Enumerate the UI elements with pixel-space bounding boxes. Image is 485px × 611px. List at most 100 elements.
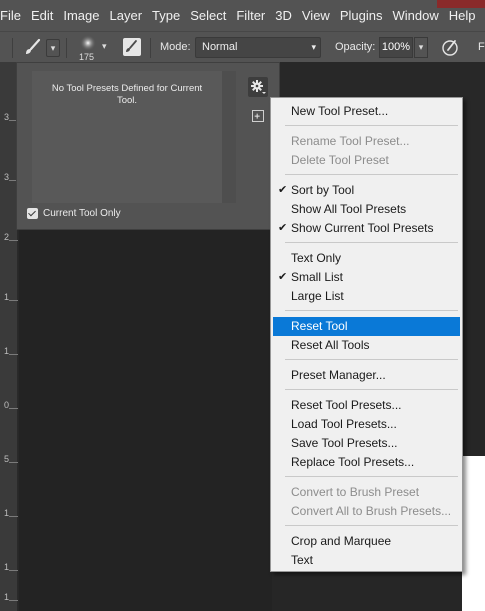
menu-item-label: Reset All Tools <box>291 338 370 352</box>
menu-item-label: Rename Tool Preset... <box>291 134 410 148</box>
menu-item-save-tool-presets[interactable]: Save Tool Presets... <box>273 434 460 453</box>
menu-item-reset-all-tools[interactable]: Reset All Tools <box>273 336 460 355</box>
menu-item-large-list[interactable]: Large List <box>273 287 460 306</box>
checkmark-icon: ✔ <box>278 184 288 196</box>
menu-separator <box>285 242 458 243</box>
pressure-opacity-icon[interactable] <box>440 38 460 58</box>
ruler-tick <box>9 570 18 571</box>
menu-separator <box>285 174 458 175</box>
brush-settings-icon <box>126 40 137 52</box>
current-tool-only-label: Current Tool Only <box>43 208 121 219</box>
chevron-down-icon: ▾ <box>311 42 316 52</box>
menu-item-small-list[interactable]: ✔ Small List <box>273 268 460 287</box>
new-tool-preset-button[interactable] <box>252 110 264 122</box>
chevron-down-icon: ▾ <box>418 42 424 52</box>
menu-item-delete-tool-preset[interactable]: Delete Tool Preset <box>273 151 460 170</box>
ruler-tick <box>9 300 18 301</box>
menu-item-label: Text <box>291 553 314 567</box>
ruler-tick <box>9 462 18 463</box>
menu-item-label: Reset Tool <box>291 319 348 333</box>
menu-item-rename-tool-preset[interactable]: Rename Tool Preset... <box>273 132 460 151</box>
opacity-slider-toggle[interactable]: ▾ <box>414 37 428 58</box>
ruler-label: 1 <box>4 562 10 572</box>
blend-mode-select[interactable]: Normal ▾ <box>195 37 321 58</box>
brush-size-value: 175 <box>79 52 95 62</box>
menu-item-sort-by-tool[interactable]: ✔ Sort by Tool <box>273 181 460 200</box>
menu-item-convert-to-brush-preset[interactable]: Convert to Brush Preset <box>273 483 460 502</box>
window-control-strip <box>437 0 485 8</box>
ruler-tick <box>9 600 18 601</box>
brush-picker-chevron-icon[interactable]: ▾ <box>102 41 107 52</box>
menu-item-label: Crop and Marquee <box>291 534 392 548</box>
panel-options-button[interactable] <box>248 77 268 97</box>
menu-item-show-current-tool-presets[interactable]: ✔ Show Current Tool Presets <box>273 219 460 238</box>
brush-settings-panel-button[interactable] <box>123 38 141 56</box>
current-tool-only-checkbox[interactable] <box>27 208 38 219</box>
menu-separator <box>285 359 458 360</box>
gear-icon <box>251 80 266 94</box>
menu-item-label: Preset Manager... <box>291 368 386 382</box>
menu-item-load-tool-presets[interactable]: Load Tool Presets... <box>273 415 460 434</box>
menu-item-convert-all-to-brush-presets[interactable]: Convert All to Brush Presets... <box>273 502 460 521</box>
menu-item-label: New Tool Preset... <box>291 104 389 118</box>
desktop-background <box>462 456 485 611</box>
menu-item-reset-tool[interactable]: Reset Tool <box>273 317 460 336</box>
flow-label: Fl <box>478 41 485 53</box>
plus-icon <box>254 113 260 119</box>
ruler-label: 1 <box>4 346 10 356</box>
menu-item-reset-tool-presets[interactable]: Reset Tool Presets... <box>273 396 460 415</box>
document-canvas[interactable] <box>19 230 272 611</box>
menu-item-label: Large List <box>291 289 344 303</box>
ruler-label: 1 <box>4 592 10 602</box>
menu-item-label: Reset Tool Presets... <box>291 398 402 412</box>
menu-item-replace-tool-presets[interactable]: Replace Tool Presets... <box>273 453 460 472</box>
menu-item-label: Text Only <box>291 251 342 265</box>
menu-file[interactable]: File <box>0 0 26 31</box>
menu-select[interactable]: Select <box>185 0 231 31</box>
checkmark-icon: ✔ <box>278 271 288 283</box>
menu-image[interactable]: Image <box>58 0 104 31</box>
panel-flyout-menu: New Tool Preset... Rename Tool Preset...… <box>270 97 463 572</box>
menu-separator <box>285 125 458 126</box>
opacity-label: Opacity: <box>335 41 376 53</box>
menu-item-label: Load Tool Presets... <box>291 417 397 431</box>
ruler-label: 3 <box>4 112 10 122</box>
menu-item-crop-and-marquee[interactable]: Crop and Marquee <box>273 532 460 551</box>
ruler-tick <box>9 240 18 241</box>
menu-type[interactable]: Type <box>147 0 185 31</box>
options-divider <box>150 38 151 58</box>
menu-item-label: Save Tool Presets... <box>291 436 398 450</box>
menu-3d[interactable]: 3D <box>270 0 297 31</box>
ruler-label: 1 <box>4 508 10 518</box>
menu-edit[interactable]: Edit <box>26 0 58 31</box>
menu-separator <box>285 389 458 390</box>
brush-tip-preview-icon[interactable] <box>78 35 98 51</box>
menu-separator <box>285 525 458 526</box>
menu-filter[interactable]: Filter <box>231 0 270 31</box>
menu-item-text[interactable]: Text <box>273 551 460 570</box>
menu-item-label: Show Current Tool Presets <box>291 221 434 235</box>
menu-bar: File Edit Image Layer Type Select Filter… <box>0 0 485 31</box>
ruler-label: 1 <box>4 292 10 302</box>
menu-plugins[interactable]: Plugins <box>335 0 388 31</box>
preset-list-scrollbar[interactable] <box>222 71 236 203</box>
tool-preset-picker-button[interactable]: ▾ <box>46 39 60 57</box>
brush-tool-icon[interactable] <box>22 37 44 59</box>
menu-item-label: Delete Tool Preset <box>291 153 389 167</box>
menu-layer[interactable]: Layer <box>105 0 148 31</box>
ruler-label: 0 <box>4 400 10 410</box>
mode-label: Mode: <box>160 41 191 53</box>
menu-window[interactable]: Window <box>387 0 443 31</box>
current-tool-only-option[interactable]: Current Tool Only <box>27 208 121 219</box>
tool-presets-panel: No Tool Presets Defined for Current Tool… <box>16 62 280 230</box>
menu-separator <box>285 476 458 477</box>
menu-item-text-only[interactable]: Text Only <box>273 249 460 268</box>
menu-item-show-all-tool-presets[interactable]: Show All Tool Presets <box>273 200 460 219</box>
menu-view[interactable]: View <box>297 0 335 31</box>
ruler-label: 2 <box>4 232 10 242</box>
ruler-label: 3 <box>4 172 10 182</box>
empty-presets-message: No Tool Presets Defined for Current Tool… <box>51 83 203 106</box>
menu-item-new-tool-preset[interactable]: New Tool Preset... <box>273 102 460 121</box>
opacity-input[interactable]: 100% <box>379 37 413 58</box>
menu-item-preset-manager[interactable]: Preset Manager... <box>273 366 460 385</box>
